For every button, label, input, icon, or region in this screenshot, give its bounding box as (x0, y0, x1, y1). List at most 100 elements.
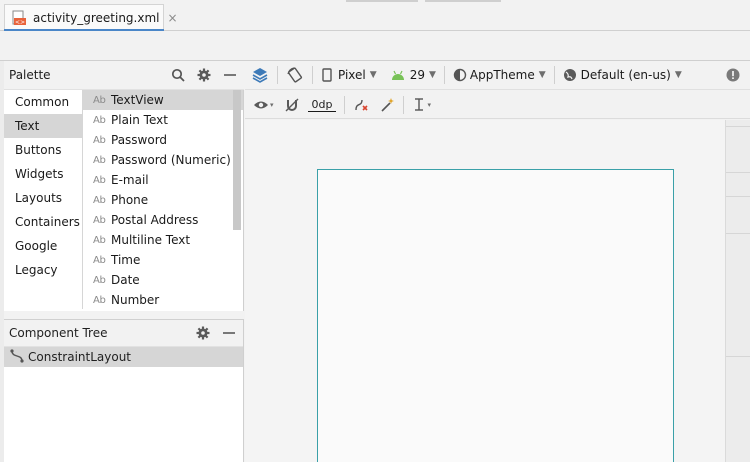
component-tree-title: Component Tree (9, 326, 108, 340)
tree-item-constraintlayout[interactable]: ConstraintLayout (4, 347, 243, 367)
palette-widget-item[interactable]: Ab Multiline Text (83, 230, 243, 250)
palette-widget-item[interactable]: Ab Plain Text (83, 110, 243, 130)
tab-bar-indicator (425, 0, 501, 2)
toolbar-separator (443, 66, 445, 84)
gutter-line (726, 196, 750, 197)
file-tab[interactable]: <> activity_greeting.xml × (4, 4, 178, 32)
widget-label: Password (Numeric) (111, 153, 231, 167)
palette-category-list: Common Text Buttons Widgets Layouts Cont… (4, 90, 83, 309)
chevron-down-icon: ▾ (270, 100, 274, 109)
text-widget-icon: Ab (93, 154, 106, 166)
palette-widget-item[interactable]: Ab Date (83, 270, 243, 290)
palette-category-google[interactable]: Google (4, 234, 82, 258)
device-preview-frame[interactable] (317, 169, 674, 462)
editor-subtoolbar (0, 31, 750, 61)
palette-category-common[interactable]: Common (4, 90, 82, 114)
minimize-icon[interactable] (221, 325, 237, 341)
device-selector[interactable]: Pixel ▼ (321, 68, 377, 82)
widget-label: Date (111, 273, 140, 287)
gutter-line (726, 172, 750, 173)
toolbar-separator (403, 95, 405, 114)
palette-category-buttons[interactable]: Buttons (4, 138, 82, 162)
palette-category-layouts[interactable]: Layouts (4, 186, 82, 210)
file-tab-label: activity_greeting.xml (33, 11, 160, 25)
globe-icon (563, 69, 576, 81)
component-tree-header: Component Tree (4, 319, 243, 347)
xml-file-icon: <> (11, 10, 27, 26)
warning-icon[interactable] (726, 68, 740, 82)
layout-toolbar: ▾ 0dp ▾ (245, 91, 750, 119)
palette-scrollbar[interactable] (233, 90, 241, 230)
palette-category-legacy[interactable]: Legacy (4, 258, 82, 282)
widget-label: Plain Text (111, 113, 168, 127)
palette-widget-list: Ab TextView Ab Plain Text Ab Password Ab Pas… (83, 90, 243, 309)
palette-category-widgets[interactable]: Widgets (4, 162, 82, 186)
palette-widget-item[interactable]: Ab E-mail (83, 170, 243, 190)
palette-category-containers[interactable]: Containers (4, 210, 82, 234)
right-side-panel-edge (725, 120, 750, 462)
android-icon (391, 70, 404, 80)
palette-category-text[interactable]: Text (4, 114, 82, 138)
widget-label: E-mail (111, 173, 149, 187)
palette-widget-item[interactable]: Ab Phone (83, 190, 243, 210)
widget-label: Password (111, 133, 168, 147)
chevron-down-icon: ▼ (538, 70, 546, 80)
minimize-icon[interactable] (222, 67, 238, 83)
guidelines-icon[interactable]: ▾ (412, 97, 431, 113)
widget-label: Phone (111, 193, 149, 207)
phone-icon (322, 68, 332, 82)
palette-widget-item[interactable]: Ab TextView (83, 90, 243, 110)
svg-text:<>: <> (15, 19, 25, 26)
palette-title: Palette (9, 68, 51, 82)
locale-label: Default (en-us) (580, 68, 671, 82)
rotate-orientation-icon[interactable] (286, 66, 304, 84)
text-widget-icon: Ab (93, 214, 106, 226)
text-widget-icon: Ab (93, 294, 106, 306)
autoconnect-icon[interactable] (284, 97, 300, 113)
palette-widget-item[interactable]: Ab Password (83, 130, 243, 150)
gutter-line (726, 126, 750, 127)
palette-widget-item[interactable]: Ab Postal Address (83, 210, 243, 230)
gutter-line (726, 233, 750, 234)
close-tab-icon[interactable]: × (168, 11, 178, 25)
api-level-selector[interactable]: 29 ▼ (391, 68, 436, 82)
text-widget-icon: Ab (93, 134, 106, 146)
text-widget-icon: Ab (93, 174, 106, 186)
widget-label: Time (111, 253, 141, 267)
palette-widget-item[interactable]: Ab Number (83, 290, 243, 309)
palette-panel: Palette Common Text Buttons Widgets Layo… (4, 61, 244, 311)
default-margin-value[interactable]: 0dp (307, 98, 337, 112)
toolbar-separator (553, 66, 555, 84)
palette-widget-item[interactable]: Ab Time (83, 250, 243, 270)
layers-icon[interactable] (251, 66, 269, 84)
device-label: Pixel (338, 68, 366, 82)
api-level-label: 29 (409, 68, 425, 82)
clear-constraints-icon[interactable] (353, 97, 369, 113)
view-options-icon[interactable]: ▾ (253, 99, 274, 111)
widget-label: Postal Address (111, 213, 199, 227)
constraint-layout-icon (10, 348, 24, 366)
text-widget-icon: Ab (93, 234, 106, 246)
toolbar-separator (277, 66, 278, 84)
palette-header: Palette (4, 61, 244, 90)
chevron-down-icon: ▼ (674, 70, 682, 80)
tree-item-label: ConstraintLayout (28, 350, 132, 364)
gutter-line (726, 356, 750, 357)
gear-icon[interactable] (196, 67, 212, 83)
infer-constraints-icon[interactable] (379, 97, 395, 113)
design-toolbar: Pixel ▼ 29 ▼ AppTheme ▼ Default (en-us) … (245, 61, 750, 90)
text-widget-icon: Ab (93, 94, 106, 106)
locale-selector[interactable]: Default (en-us) ▼ (563, 68, 682, 82)
text-widget-icon: Ab (93, 114, 106, 126)
text-widget-icon: Ab (93, 194, 106, 206)
design-canvas[interactable] (245, 120, 750, 462)
theme-icon (453, 68, 467, 82)
theme-label: AppTheme (469, 68, 535, 82)
search-icon[interactable] (170, 67, 186, 83)
gear-icon[interactable] (195, 325, 211, 341)
theme-selector[interactable]: AppTheme ▼ (453, 68, 546, 82)
palette-widget-item[interactable]: Ab Password (Numeric) (83, 150, 243, 170)
editor-tab-bar: <> activity_greeting.xml × (0, 0, 750, 32)
widget-label: Number (111, 293, 160, 307)
chevron-down-icon: ▼ (369, 70, 377, 80)
